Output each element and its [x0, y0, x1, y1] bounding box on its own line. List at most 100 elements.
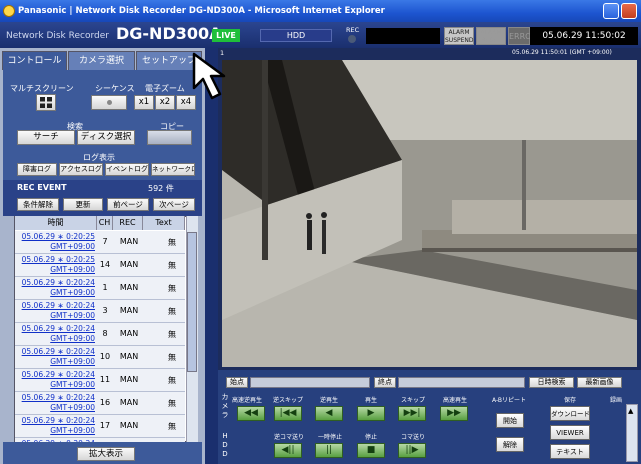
- col-header-time: 時間: [15, 216, 97, 230]
- row-time-link[interactable]: 05.06.29 ∗ 0:20:24 GMT+09:00: [17, 370, 95, 390]
- save-label: 保存: [563, 397, 576, 404]
- ab-repeat-label: A-Bリピート: [491, 397, 527, 404]
- copy-button[interactable]: [147, 130, 192, 145]
- table-row[interactable]: 05.06.29 ∗ 0:20:25 GMT+09:00 7 MAN 無: [15, 231, 185, 254]
- start-point-button[interactable]: 始点: [226, 377, 248, 388]
- table-row[interactable]: 05.06.29 ∗ 0:20:24 GMT+09:00 8 MAN 無: [15, 323, 185, 346]
- access-log-button[interactable]: アクセスログ: [59, 163, 103, 176]
- pause-label: 一時停止: [317, 434, 342, 441]
- fast-play-button[interactable]: ▶▶: [440, 406, 468, 421]
- reverse-skip-button[interactable]: |◀◀: [274, 406, 302, 421]
- live-indicator: LIVE: [212, 29, 240, 42]
- row-time-link[interactable]: 05.06.29 ∗ 0:20:24 GMT+09:00: [17, 416, 95, 436]
- clock-display: 05.06.29 11:50:02: [530, 27, 638, 45]
- row-ch: 3: [102, 306, 108, 315]
- play-icon: ▶: [367, 408, 375, 418]
- pause-button[interactable]: ||: [315, 443, 343, 458]
- frame-advance-button[interactable]: ||▶: [398, 443, 426, 458]
- col-header-ch: CH: [97, 216, 113, 230]
- row-text: 無: [168, 422, 176, 431]
- zoom-x2-button[interactable]: x2: [155, 95, 175, 110]
- table-row[interactable]: 05.06.29 ∗ 0:20:24 GMT+09:00 3 MAN 無: [15, 300, 185, 323]
- scrollbar-thumb[interactable]: [187, 232, 197, 372]
- row-time-link[interactable]: 05.06.29 ∗ 0:20:24 GMT+09:00: [17, 301, 95, 321]
- row-text: 無: [168, 353, 176, 362]
- end-point-field[interactable]: [398, 377, 525, 388]
- table-row[interactable]: 05.06.29 ∗ 0:20:24 GMT+09:00 16 MAN 無: [15, 392, 185, 415]
- disk-select-button[interactable]: ディスク選択: [77, 130, 135, 145]
- frame-reverse-label: 逆コマ送り: [273, 434, 304, 441]
- table-row[interactable]: 05.06.29 ∗ 0:20:24 GMT+09:00 10 MAN 無: [15, 346, 185, 369]
- col-header-text: Text: [143, 216, 185, 230]
- viewer-button[interactable]: VIEWER: [550, 425, 590, 440]
- window-title: Panasonic | Network Disk Recorder DG-ND3…: [18, 6, 385, 16]
- zoom-display-button[interactable]: 拡大表示: [77, 447, 135, 461]
- refresh-button[interactable]: 更新: [63, 198, 103, 211]
- ab-start-button[interactable]: 開始: [496, 413, 524, 428]
- col-header-rec: REC: [113, 216, 143, 230]
- row-rec: MAN: [119, 260, 139, 269]
- event-log-button[interactable]: イベントログ: [105, 163, 149, 176]
- prev-page-button[interactable]: 前ページ: [107, 198, 149, 211]
- row-rec: MAN: [119, 306, 139, 315]
- table-row[interactable]: 05.06.29 ∗ 0:20:25 GMT+09:00 14 MAN 無: [15, 254, 185, 277]
- tab-camera-select[interactable]: カメラ選択: [68, 51, 135, 70]
- error-log-button[interactable]: 障害ログ: [17, 163, 57, 176]
- rec-event-title: REC EVENT: [17, 183, 67, 192]
- network-log-button[interactable]: ネットワークログ: [151, 163, 195, 176]
- end-point-button[interactable]: 終点: [374, 377, 396, 388]
- skip-icon: ▶▶|: [403, 408, 421, 418]
- mouse-pointer-icon: [192, 52, 226, 100]
- alarm-suspend-button[interactable]: ALARM SUSPEND: [444, 27, 474, 45]
- frame-advance-label: コマ送り: [400, 434, 425, 441]
- row-rec: MAN: [119, 398, 139, 407]
- search-button[interactable]: サーチ: [17, 130, 75, 145]
- row-time-link[interactable]: 05.06.29 ∗ 0:20:24 GMT+09:00: [17, 278, 95, 298]
- close-button[interactable]: [621, 3, 637, 19]
- table-row[interactable]: 05.06.29 ∗ 0:20:24 GMT+09:00 17 MAN 無: [15, 415, 185, 438]
- date-search-button[interactable]: 日時検索: [529, 377, 574, 388]
- row-time-link[interactable]: 05.06.29 ∗ 0:20:24 GMT+09:00: [17, 347, 95, 367]
- rec-lamp-icon: [348, 35, 356, 43]
- alarm-reset-button[interactable]: ALARM RESET: [476, 27, 506, 45]
- text-button[interactable]: テキスト: [550, 444, 590, 459]
- tab-control[interactable]: コントロール: [2, 51, 67, 70]
- row-rec: MAN: [119, 375, 139, 384]
- zoom-x1-button[interactable]: x1: [134, 95, 154, 110]
- row-ch: 11: [99, 375, 111, 384]
- window-title-bar: Panasonic | Network Disk Recorder DG-ND3…: [0, 0, 641, 22]
- table-row[interactable]: 05.06.29 ∗ 0:20:24 GMT+09:00 11 MAN 無: [15, 369, 185, 392]
- rec-status-box: [366, 28, 440, 44]
- play-button[interactable]: ▶: [357, 406, 385, 421]
- download-button[interactable]: ダウンロード: [550, 406, 590, 421]
- row-text: 無: [168, 330, 176, 339]
- sequence-button[interactable]: [91, 95, 127, 110]
- reverse-play-button[interactable]: ◀: [315, 406, 343, 421]
- latest-image-button[interactable]: 最新画像: [577, 377, 622, 388]
- skip-button[interactable]: ▶▶|: [398, 406, 426, 421]
- clear-filter-button[interactable]: 条件解除: [17, 198, 59, 211]
- next-page-button[interactable]: 次ページ: [153, 198, 195, 211]
- pause-icon: ||: [325, 445, 333, 455]
- row-text: 無: [168, 284, 176, 293]
- row-rec: MAN: [119, 329, 139, 338]
- ab-cancel-button[interactable]: 解除: [496, 437, 524, 452]
- ezoom-label: 電子ズーム: [145, 84, 185, 93]
- log-label: ログ表示: [83, 153, 115, 162]
- row-time-link[interactable]: 05.06.29 ∗ 0:20:25 GMT+09:00: [17, 232, 95, 252]
- sequence-label: シーケンス: [95, 84, 135, 93]
- fast-reverse-button[interactable]: ◀◀: [237, 406, 265, 421]
- reverse-play-label: 逆再生: [319, 397, 338, 404]
- multiscreen-button[interactable]: [36, 94, 56, 111]
- scroll-up-icon[interactable]: ▲: [628, 407, 633, 415]
- row-time-link[interactable]: 05.06.29 ∗ 0:20:24 GMT+09:00: [17, 324, 95, 344]
- start-point-field[interactable]: [250, 377, 370, 388]
- minimize-button[interactable]: [603, 3, 619, 19]
- row-time-link[interactable]: 05.06.29 ∗ 0:20:24 GMT+09:00: [17, 393, 95, 413]
- reverse-play-icon: ◀: [325, 408, 333, 418]
- row-time-link[interactable]: 05.06.29 ∗ 0:20:25 GMT+09:00: [17, 255, 95, 275]
- error-button[interactable]: ERROR: [508, 27, 537, 45]
- stop-button[interactable]: ■: [357, 443, 385, 458]
- frame-reverse-button[interactable]: ◀||: [274, 443, 302, 458]
- table-row[interactable]: 05.06.29 ∗ 0:20:24 GMT+09:00 1 MAN 無: [15, 277, 185, 300]
